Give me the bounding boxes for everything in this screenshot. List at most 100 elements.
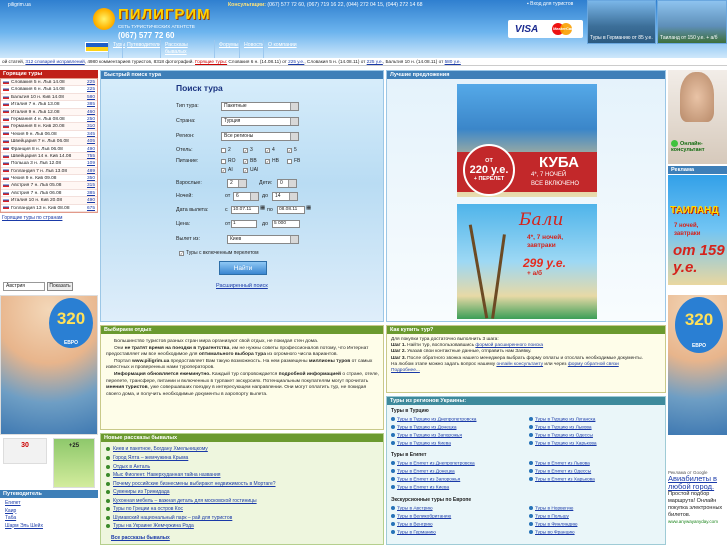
calendar-icon[interactable]: ▦ [306, 205, 311, 211]
food-hb-checkbox[interactable]: ✓ HB [265, 158, 279, 164]
date-from-input[interactable]: 10.07.11 [231, 206, 259, 214]
hot-tour-name[interactable]: Словакия 6 н. Льв 14.08 [11, 87, 65, 92]
region-link[interactable]: Туры в Венгрию [391, 522, 433, 527]
thailand-ad-banner[interactable]: ТАИЛАНД 7 ночей, завтраки от 159 у.е. [668, 175, 727, 285]
hot-tour-row[interactable]: Словакия 6 н. Льв 14.08 225 [1, 86, 97, 94]
hot-ad-text[interactable]: Таиланд от 150 у.е. + а/б [660, 35, 724, 41]
hot-ad-text[interactable]: Туры в Германию от 85 у.е. [590, 35, 653, 41]
nav-guides[interactable]: Путеводители [122, 40, 161, 58]
hot-tour-name[interactable]: Польша 3 н. Льв 12.08 [11, 161, 61, 166]
hot-tour-row[interactable]: Италия 10 н. Кив 20.08 490 [1, 197, 97, 205]
star-5-checkbox[interactable]: ✓ 5 [287, 147, 297, 153]
star-3-checkbox[interactable]: ✓ 3 [243, 147, 253, 153]
region-link[interactable]: Туры в Египет из Донецка [391, 469, 455, 474]
hot-tour-name[interactable]: Австрия 7 н. Льв 06.08 [11, 191, 61, 196]
hot-tour-row[interactable]: Германия 4 н. Льв 08.08 250 [1, 116, 97, 124]
nav-about[interactable]: О компании [263, 40, 307, 58]
google-ad-title[interactable]: Авиабилеты в любой город. [668, 475, 727, 491]
region-link[interactable]: Туры в Турцию из Киева [391, 441, 451, 446]
guide-link[interactable]: Египет [5, 500, 98, 508]
hot-tour-price[interactable]: 490 [87, 197, 95, 203]
nav-forums[interactable]: Форумы [214, 40, 239, 58]
region-link[interactable]: Туры в Египет из Харькова [529, 477, 595, 482]
guide-link[interactable]: Таба [5, 515, 98, 523]
hot-tour-name[interactable]: Словакия 5 н. Льв 14.08 [11, 80, 65, 85]
adults-select[interactable]: 2 [227, 179, 247, 188]
food-ai-checkbox[interactable]: ✓ AI [221, 167, 233, 173]
country-select[interactable]: Австрия [3, 282, 45, 291]
star-2-checkbox[interactable]: 2 [221, 147, 231, 153]
guide-link[interactable]: Шарм Эль Шейх [5, 523, 98, 531]
region-link[interactable]: Туры в Финляндию [529, 522, 577, 527]
hot-tour-price[interactable]: 489 [87, 168, 95, 174]
ticker-price[interactable]: 580 у.е. [445, 59, 461, 64]
hot-tour-price[interactable]: 385 [87, 101, 95, 107]
tourist-login-link[interactable]: ▪ Вход для туристов [527, 1, 573, 7]
region-link[interactable]: Туры в Турцию из Львова [529, 425, 592, 430]
hot-tour-name[interactable]: Голландия 7 н. Льв 13.08 [11, 169, 67, 174]
region-link[interactable]: Туры в Турцию из Одессы [529, 433, 593, 438]
hot-tour-row[interactable]: Австрия 7 н. Льв 05.08 315 [1, 182, 97, 190]
hot-tour-row[interactable]: Голландия 13 н. Кив 08.08 675 [1, 205, 97, 213]
hot-tour-row[interactable]: Голландия 7 н. Льв 13.08 489 [1, 167, 97, 176]
region-select[interactable]: Все регионы [221, 132, 299, 141]
hot-tour-price[interactable]: 580 [87, 94, 95, 100]
offer-cuba-banner[interactable]: ОТ 220 у.е. + ПЕРЕЛЕТ КУБА 4*, 7 НОЧЕЙ В… [457, 84, 597, 197]
hot-tour-name[interactable]: Голландия 13 н. Кив 08.08 [11, 206, 70, 211]
story-item[interactable]: Отдых в Анталь [106, 464, 150, 470]
show-button[interactable]: Показать [47, 282, 73, 291]
hot-tour-name[interactable]: Австрия 7 н. Льв 05.08 [11, 183, 61, 188]
region-link[interactable]: Туры в Германию [391, 530, 436, 535]
ticker-price[interactable]: 225 у.е. [288, 59, 304, 64]
children-select[interactable]: 0 [277, 179, 297, 188]
hot-tour-name[interactable]: Швейцария 14 н. Кив 14.08 [11, 154, 71, 159]
hot-tour-price[interactable]: 310 [87, 123, 95, 129]
hot-tour-name[interactable]: Швейцария 7 н. Льв 06.08 [11, 139, 69, 144]
region-link[interactable]: Туры в Турцию из Луганска [529, 417, 595, 422]
hot-ad-thailand[interactable]: Таиланд от 150 у.е. + а/б [657, 0, 727, 44]
hot-tour-name[interactable]: Италия 7 н. Льв 13.08 [11, 102, 60, 107]
hot-tour-price[interactable]: 755 [87, 153, 95, 159]
story-item[interactable]: Почему российские бизнесмены выбирают не… [106, 481, 276, 487]
logo-title[interactable]: ПИЛИГРИМ [118, 6, 211, 23]
hot-tour-price[interactable]: 405 [87, 138, 95, 144]
site-url[interactable]: piligrim.ua [8, 2, 31, 8]
hot-tour-row[interactable]: Германия 8 н. Кив 20.08 310 [1, 123, 97, 131]
region-link[interactable]: Туры во Францию [529, 530, 575, 535]
consultant-link[interactable]: онлайн консультанту [496, 362, 543, 367]
hot-tour-name[interactable]: Чехия 9 н. Кив 09.08 [11, 176, 56, 181]
hot-tour-row[interactable]: Словакия 5 н. Льв 14.08 225 [1, 79, 97, 87]
hot-ad-germany[interactable]: Туры в Германию от 85 у.е. [587, 0, 656, 44]
region-link[interactable]: Туры в Египет из Запорожья [391, 477, 460, 482]
hot-tour-price[interactable]: 350 [87, 175, 95, 181]
calculator-widget[interactable]: 30 [3, 438, 47, 464]
google-ad-url[interactable]: www.anywayanyday.com [668, 519, 727, 524]
region-link[interactable]: Туры в Турцию из Днепропетровска [391, 417, 476, 422]
logo-sun-icon[interactable] [93, 8, 115, 30]
hot-tour-row[interactable]: Италия 7 н. Льв 13.08 385 [1, 101, 97, 109]
story-item[interactable]: Шумавский национальный парк – рай для ту… [106, 515, 232, 521]
hot-tour-name[interactable]: Чехия 9 н. Льв 06.08 [11, 132, 57, 137]
search-button[interactable]: Найти [219, 261, 267, 275]
hot-tour-price[interactable]: 225 [87, 86, 95, 92]
weather-widget[interactable]: +25 [53, 438, 95, 488]
hot-tour-row[interactable]: Бальтия 10 н. Кив 14.08 580 [1, 93, 97, 102]
nights-to-select[interactable]: 14 [272, 192, 298, 201]
hot-tour-row[interactable]: Австрия 7 н. Льв 06.08 385 [1, 190, 97, 198]
all-stories-link[interactable]: Все рассказы бывалых [111, 535, 170, 541]
tour-type-select[interactable]: Пакетные [221, 102, 299, 111]
region-link[interactable]: Туры в Норвегию [529, 506, 573, 511]
guide-link[interactable]: Каир [5, 508, 98, 516]
region-link[interactable]: Туры в Турцию из Донецка [391, 425, 456, 430]
nav-news[interactable]: Новости [239, 40, 264, 58]
hot-tour-name[interactable]: Франция 8 н. Льв 06.08 [11, 147, 63, 152]
food-bb-checkbox[interactable]: ✓ BB [243, 158, 257, 164]
hot-tours-by-country-link[interactable]: Горящие туры по странам [2, 215, 62, 221]
hot-tour-row[interactable]: Франция 8 н. Льв 06.08 490 [1, 146, 97, 153]
promo-price-badge[interactable]: 320 ЕВРО [675, 297, 723, 353]
region-link[interactable]: Туры в Египет из Днепропетровска [391, 461, 475, 466]
hot-tour-price[interactable]: 490 [87, 146, 95, 152]
price-from-input[interactable]: 1 [231, 220, 257, 228]
more-link[interactable]: Подробнее... [391, 368, 420, 373]
food-uai-checkbox[interactable]: ✓ UAI [243, 167, 258, 173]
